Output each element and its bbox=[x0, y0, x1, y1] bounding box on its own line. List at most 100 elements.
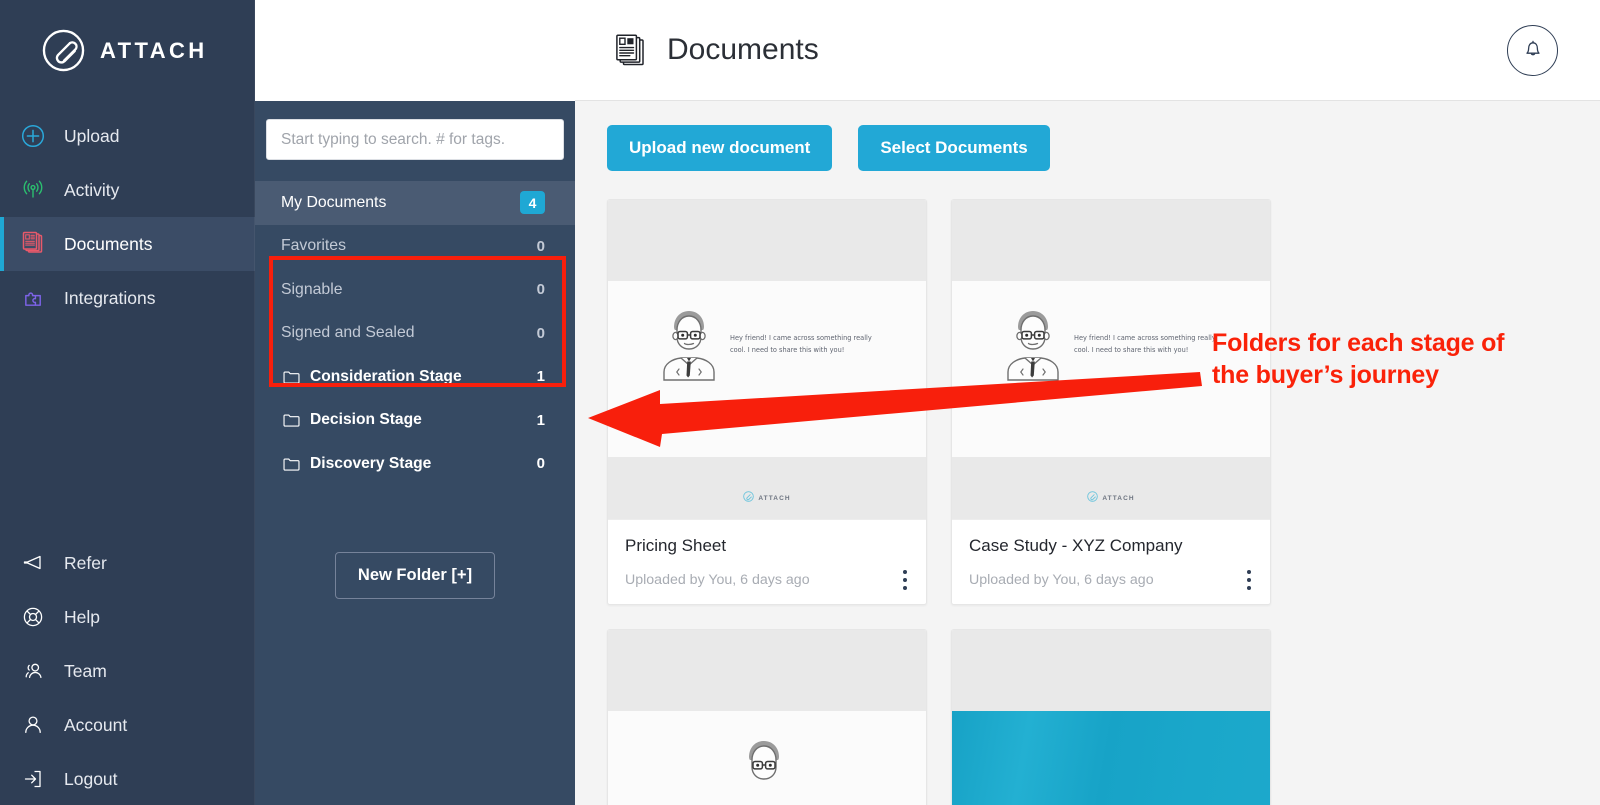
folder-row-count: 1 bbox=[536, 411, 545, 429]
document-options-menu-icon[interactable] bbox=[903, 570, 909, 590]
logout-arrow-icon bbox=[19, 765, 47, 793]
document-title: Pricing Sheet bbox=[625, 536, 727, 555]
select-documents-button[interactable]: Select Documents bbox=[858, 125, 1050, 171]
search-input[interactable] bbox=[266, 119, 564, 160]
lifebuoy-icon bbox=[19, 603, 47, 631]
left-sidebar: ATTACH Upload Activity Documents Integra… bbox=[0, 0, 255, 805]
folder-row-decision-stage[interactable]: Decision Stage 1 bbox=[255, 399, 575, 443]
person-icon bbox=[19, 711, 47, 739]
brand-name: ATTACH bbox=[100, 37, 208, 63]
sidebar-item-label: Account bbox=[64, 714, 128, 735]
folder-row-favorites[interactable]: Favorites 0 bbox=[255, 225, 575, 269]
document-grid: Hey friend! I came across something real… bbox=[607, 199, 1568, 805]
thumb-attach-label: ATTACH bbox=[1102, 494, 1135, 502]
toolbar: Upload new document Select Documents bbox=[607, 125, 1568, 171]
folder-row-badge: 4 bbox=[520, 191, 545, 215]
page-title: Documents bbox=[667, 33, 819, 66]
person-illustration-icon bbox=[998, 303, 1068, 386]
document-card[interactable]: Hey friend! I came across something real… bbox=[951, 199, 1271, 605]
thumb-top-band bbox=[952, 630, 1270, 711]
document-card[interactable]: Hey friend! I came across something real… bbox=[607, 199, 927, 605]
attach-paperclip-logo-icon bbox=[42, 29, 85, 72]
folder-row-label: Consideration Stage bbox=[310, 367, 462, 385]
document-thumbnail: Hey friend! I came across something real… bbox=[608, 200, 926, 520]
thumb-teal-image bbox=[952, 711, 1270, 805]
thumb-inner: Hey friend! I came across something real… bbox=[608, 281, 926, 457]
folder-icon bbox=[283, 370, 300, 384]
document-options-menu-icon[interactable] bbox=[1247, 570, 1253, 590]
sidebar-item-team[interactable]: Team bbox=[0, 644, 255, 698]
broadcast-icon bbox=[19, 176, 47, 204]
thumb-inner bbox=[608, 711, 926, 805]
folder-row-count: 0 bbox=[536, 324, 545, 342]
sidebar-item-logout[interactable]: Logout bbox=[0, 752, 255, 805]
thumb-message: Hey friend! I came across something real… bbox=[730, 333, 872, 354]
document-thumbnail bbox=[608, 630, 926, 805]
folder-row-discovery-stage[interactable]: Discovery Stage 0 bbox=[255, 442, 575, 486]
sidebar-item-label: Upload bbox=[64, 125, 120, 146]
folder-icon bbox=[283, 457, 300, 471]
attach-paperclip-logo-icon bbox=[743, 489, 755, 507]
folder-panel-header bbox=[255, 0, 575, 101]
folder-panel: My Documents 4 Favorites 0 Signable 0 Si… bbox=[255, 0, 575, 805]
sidebar-nav-list: Upload Activity Documents Integrations bbox=[0, 109, 255, 325]
folder-row-my-documents[interactable]: My Documents 4 bbox=[255, 181, 575, 225]
folder-row-count: 0 bbox=[536, 281, 545, 299]
brand[interactable]: ATTACH bbox=[0, 0, 255, 101]
sidebar-item-account[interactable]: Account bbox=[0, 698, 255, 752]
sidebar-item-refer[interactable]: Refer bbox=[0, 536, 255, 590]
new-folder-button[interactable]: New Folder [+] bbox=[334, 551, 496, 599]
sidebar-item-documents[interactable]: Documents bbox=[0, 217, 255, 271]
thumb-hero bbox=[715, 733, 819, 805]
megaphone-icon bbox=[19, 549, 47, 577]
folder-list: My Documents 4 Favorites 0 Signable 0 Si… bbox=[255, 181, 575, 486]
folder-row-signed-and-sealed[interactable]: Signed and Sealed 0 bbox=[255, 312, 575, 356]
document-title: Case Study - XYZ Company bbox=[969, 536, 1183, 555]
puzzle-piece-icon bbox=[19, 284, 47, 312]
card-footer: Pricing Sheet Uploaded by You, 6 days ag… bbox=[608, 520, 926, 604]
sidebar-item-label: Documents bbox=[64, 233, 153, 254]
sidebar-item-label: Logout bbox=[64, 768, 118, 789]
card-meta-row: Uploaded by You, 6 days ago bbox=[969, 570, 1253, 590]
document-card[interactable] bbox=[951, 629, 1271, 805]
person-illustration-icon bbox=[729, 733, 799, 805]
sidebar-item-label: Activity bbox=[64, 179, 120, 200]
folder-row-label: My Documents bbox=[281, 193, 387, 211]
attach-paperclip-logo-icon bbox=[1087, 489, 1099, 507]
plus-circle-icon bbox=[19, 122, 47, 150]
sidebar-bottom-nav: Refer Help Team Account Logout bbox=[0, 536, 255, 805]
sidebar-item-help[interactable]: Help bbox=[0, 590, 255, 644]
folder-row-count: 0 bbox=[536, 237, 545, 255]
new-folder-wrap: New Folder [+] bbox=[255, 551, 575, 599]
notification-bell-button[interactable] bbox=[1507, 24, 1558, 76]
thumb-top-band bbox=[608, 200, 926, 281]
sidebar-item-upload[interactable]: Upload bbox=[0, 109, 255, 163]
folder-icon bbox=[283, 413, 300, 427]
thumb-top-band bbox=[608, 630, 926, 711]
thumb-attach-brand: ATTACH bbox=[952, 489, 1270, 507]
document-meta: Uploaded by You, 6 days ago bbox=[625, 572, 810, 588]
sidebar-item-activity[interactable]: Activity bbox=[0, 163, 255, 217]
notification-bell-icon bbox=[1520, 35, 1546, 66]
folder-row-count: 1 bbox=[536, 368, 545, 386]
app-root: ATTACH Upload Activity Documents Integra… bbox=[0, 0, 1600, 805]
sidebar-item-label: Refer bbox=[64, 552, 107, 573]
sidebar-item-label: Help bbox=[64, 606, 100, 627]
people-icon bbox=[19, 657, 47, 685]
thumb-bottom-band bbox=[608, 457, 926, 519]
document-card[interactable] bbox=[607, 629, 927, 805]
upload-new-document-button[interactable]: Upload new document bbox=[607, 125, 833, 171]
sidebar-item-integrations[interactable]: Integrations bbox=[0, 271, 255, 325]
folder-row-label: Discovery Stage bbox=[310, 454, 432, 472]
search-wrap bbox=[255, 101, 575, 160]
folder-row-label: Signed and Sealed bbox=[281, 324, 415, 342]
folder-row-signable[interactable]: Signable 0 bbox=[255, 268, 575, 312]
folder-row-count: 0 bbox=[536, 455, 545, 473]
thumb-message: Hey friend! I came across something real… bbox=[1074, 333, 1216, 354]
page-header: Documents bbox=[575, 0, 1600, 101]
folder-row-consideration-stage[interactable]: Consideration Stage 1 bbox=[255, 355, 575, 399]
thumb-attach-label: ATTACH bbox=[758, 494, 791, 502]
person-illustration-icon bbox=[654, 303, 724, 386]
folder-row-label: Signable bbox=[281, 280, 343, 298]
card-footer: Case Study - XYZ Company Uploaded by You… bbox=[952, 520, 1270, 604]
